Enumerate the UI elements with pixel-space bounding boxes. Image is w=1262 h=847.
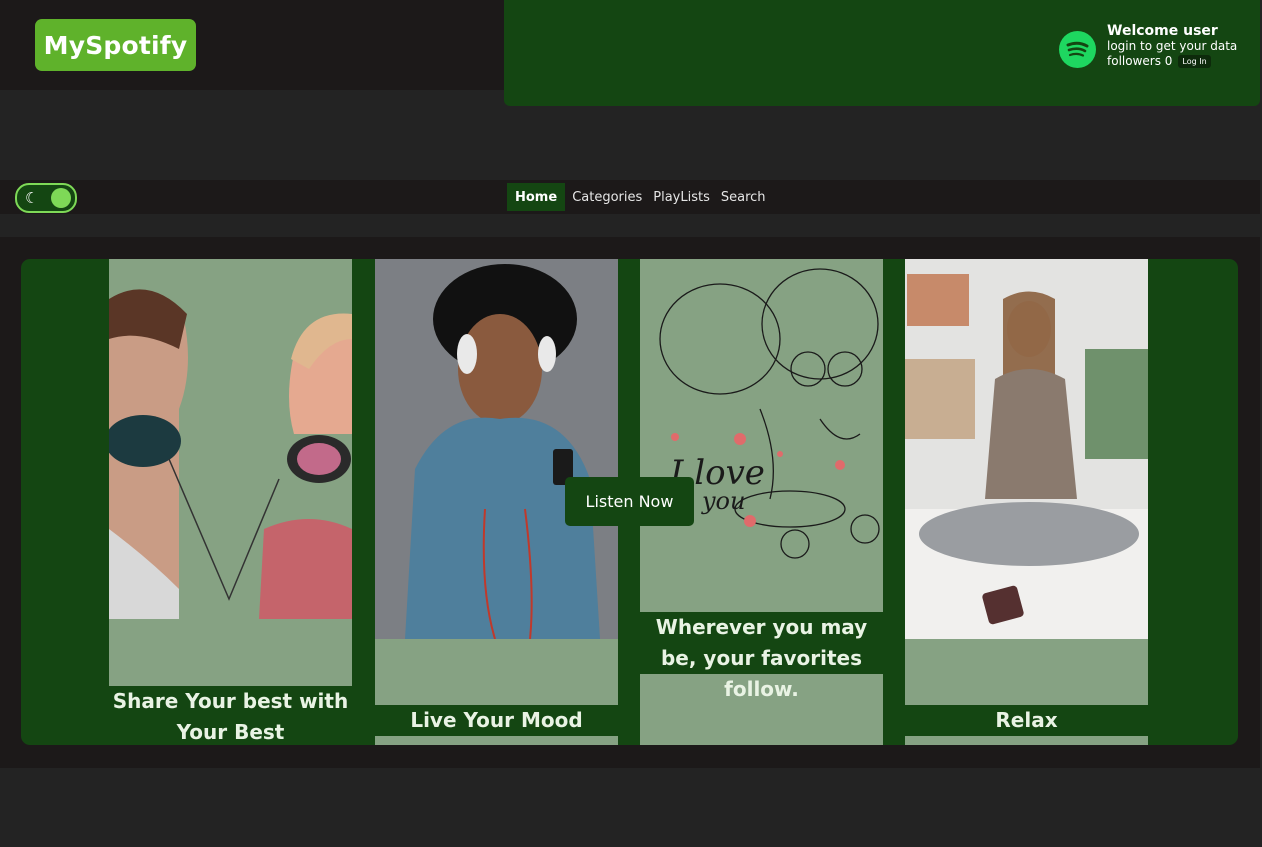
- followers-row: followers 0 Log In: [1107, 54, 1237, 69]
- welcome-text: Welcome user: [1107, 23, 1218, 39]
- logo[interactable]: MySpotify: [35, 19, 196, 71]
- nav-search[interactable]: Search: [717, 183, 770, 211]
- couple-earphones-illustration: [109, 259, 352, 619]
- followers-count: followers 0: [1107, 54, 1173, 68]
- theme-toggle[interactable]: ☾: [15, 183, 77, 213]
- nav-playlists[interactable]: PlayLists: [649, 183, 714, 211]
- spotify-icon: [1059, 31, 1096, 68]
- moon-icon: ☾: [25, 189, 39, 207]
- svg-text:you: you: [701, 487, 745, 515]
- card-title: Share Your best with Your Best: [109, 686, 352, 745]
- card-relax[interactable]: Relax: [905, 259, 1148, 745]
- login-prompt: login to get your data: [1107, 39, 1238, 53]
- nav-links: Home Categories PlayLists Search: [507, 183, 773, 211]
- header-left: MySpotify: [0, 0, 504, 90]
- i-love-you-scooter-sketch: I love you: [640, 259, 883, 612]
- toggle-knob: [51, 188, 71, 208]
- man-with-headphones-photo: [375, 259, 618, 639]
- listen-now-button[interactable]: Listen Now: [565, 477, 694, 526]
- spacer-band: [0, 214, 1260, 237]
- login-button[interactable]: Log In: [1178, 55, 1211, 68]
- card-title: Relax: [905, 705, 1148, 736]
- woman-meditating-photo: [905, 259, 1148, 639]
- card-title: Live Your Mood: [375, 705, 618, 736]
- nav-home[interactable]: Home: [507, 183, 566, 211]
- nav-categories[interactable]: Categories: [568, 183, 646, 211]
- card-title: Wherever you may be, your favorites foll…: [640, 612, 883, 701]
- card-share[interactable]: Share Your best with Your Best: [109, 259, 352, 745]
- user-info: Welcome user login to get your data foll…: [1107, 24, 1237, 69]
